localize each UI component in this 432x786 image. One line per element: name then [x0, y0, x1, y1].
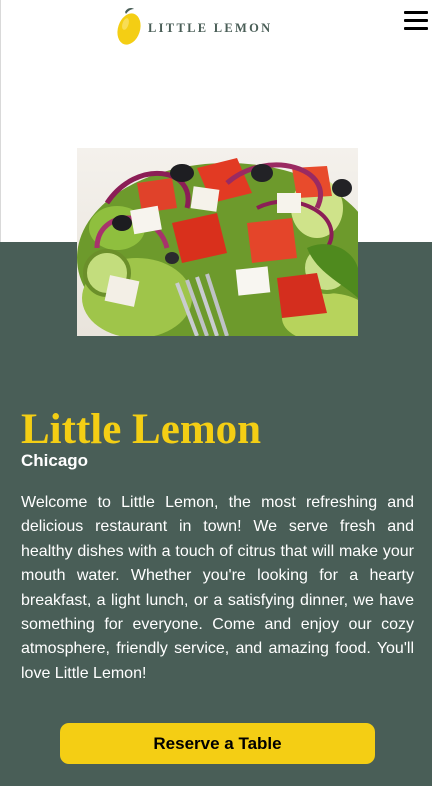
hamburger-menu-icon[interactable] — [404, 11, 428, 33]
site-header: LITTLE LEMON — [0, 0, 432, 50]
hero-title: Little Lemon — [21, 406, 262, 453]
hero-location: Chicago — [21, 451, 89, 470]
hero-description: Welcome to Little Lemon, the most refres… — [21, 494, 414, 682]
salad-image — [77, 148, 358, 336]
brand-logo[interactable]: LITTLE LEMON — [116, 5, 273, 47]
lemon-icon — [117, 8, 141, 45]
reserve-table-button[interactable]: Reserve a Table — [60, 723, 375, 764]
brand-name: LITTLE LEMON — [148, 20, 273, 35]
